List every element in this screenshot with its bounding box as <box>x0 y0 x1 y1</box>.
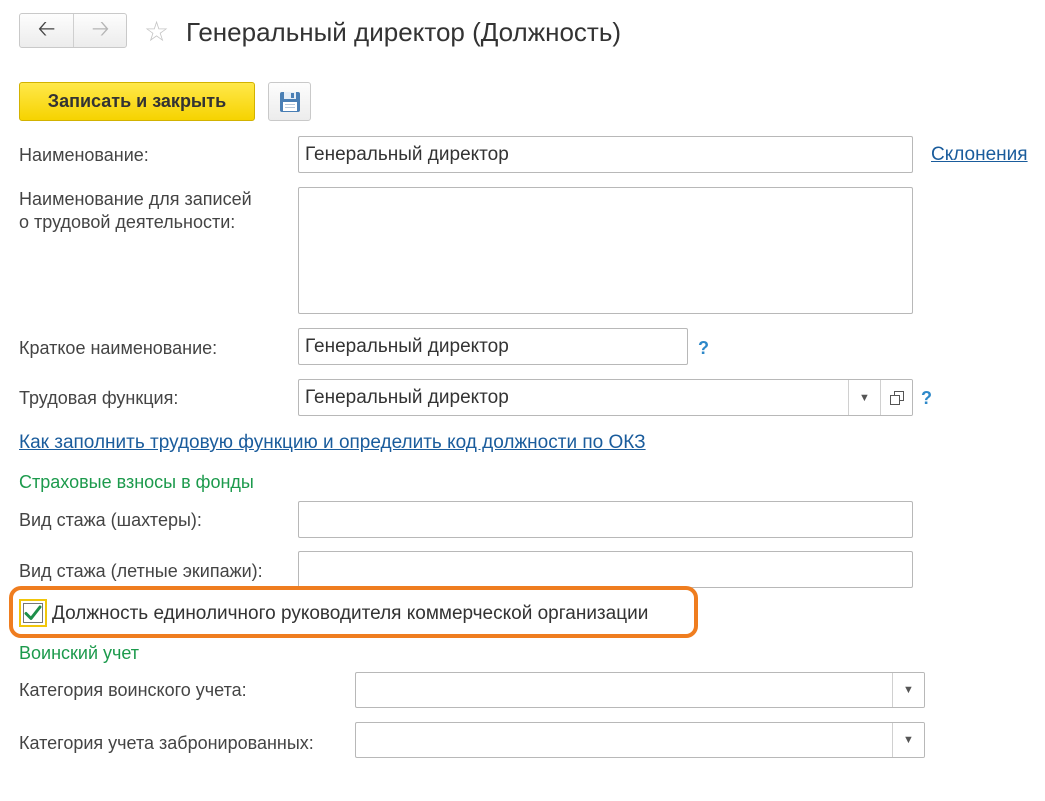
aircrew-input[interactable] <box>298 551 913 588</box>
labor-function-open-button[interactable] <box>880 380 912 415</box>
labor-function-value: Генеральный директор <box>305 386 509 408</box>
checkmark-icon <box>24 605 42 620</box>
reserved-category-label: Категория учета забронированных: <box>19 733 314 753</box>
open-window-icon <box>889 390 904 405</box>
labor-name-label-line1: Наименование для записей <box>19 189 252 209</box>
labor-name-textarea[interactable] <box>298 187 913 314</box>
name-value: Генеральный директор <box>305 143 509 165</box>
name-label: Наименование: <box>19 145 149 165</box>
miners-label: Вид стажа (шахтеры): <box>19 510 202 530</box>
labor-function-input[interactable]: Генеральный директор ▼ <box>298 379 913 416</box>
military-section-title: Воинский учет <box>19 643 140 663</box>
save-button[interactable] <box>268 82 311 121</box>
save-and-close-button[interactable]: Записать и закрыть <box>19 82 255 121</box>
military-category-label: Категория воинского учета: <box>19 680 247 700</box>
insurance-section-title: Страховые взносы в фонды <box>19 472 254 492</box>
floppy-disk-icon <box>279 91 300 112</box>
arrow-left-icon: 🡠 <box>37 15 56 41</box>
reserved-category-dropdown-button[interactable]: ▼ <box>892 723 924 757</box>
chevron-down-icon: ▼ <box>903 684 914 696</box>
reserved-category-select[interactable]: ▼ <box>355 722 925 758</box>
navigation-group: 🡠 🡢 <box>19 13 127 48</box>
chevron-down-icon: ▼ <box>859 391 870 404</box>
page-title: Генеральный директор (Должность) <box>186 17 622 47</box>
chevron-down-icon: ▼ <box>903 734 914 746</box>
short-name-label: Краткое наименование: <box>19 338 218 358</box>
labor-function-label: Трудовая функция: <box>19 388 179 408</box>
miners-input[interactable] <box>298 501 913 538</box>
aircrew-label: Вид стажа (летные экипажи): <box>19 561 263 581</box>
labor-name-label-line2: о трудовой деятельности: <box>19 212 236 232</box>
short-name-help-icon[interactable]: ? <box>698 337 709 359</box>
arrow-right-icon: 🡢 <box>91 15 110 41</box>
okz-help-link[interactable]: Как заполнить трудовую функцию и определ… <box>19 431 646 455</box>
short-name-input[interactable]: Генеральный директор <box>298 328 688 365</box>
back-button[interactable]: 🡠 <box>20 14 74 47</box>
military-category-dropdown-button[interactable]: ▼ <box>892 673 924 707</box>
labor-function-dropdown-button[interactable]: ▼ <box>848 380 880 415</box>
forward-button[interactable]: 🡢 <box>74 14 127 47</box>
sole-head-checkbox[interactable] <box>19 599 47 627</box>
star-icon[interactable]: ☆ <box>144 17 169 47</box>
checkbox-box <box>23 603 43 623</box>
short-name-value: Генеральный директор <box>305 335 509 357</box>
name-input[interactable]: Генеральный директор <box>298 136 913 173</box>
sole-head-label[interactable]: Должность единоличного руководителя комм… <box>52 602 648 626</box>
labor-function-help-icon[interactable]: ? <box>921 387 932 409</box>
military-category-select[interactable]: ▼ <box>355 672 925 708</box>
declensions-link[interactable]: Склонения <box>931 143 1028 167</box>
